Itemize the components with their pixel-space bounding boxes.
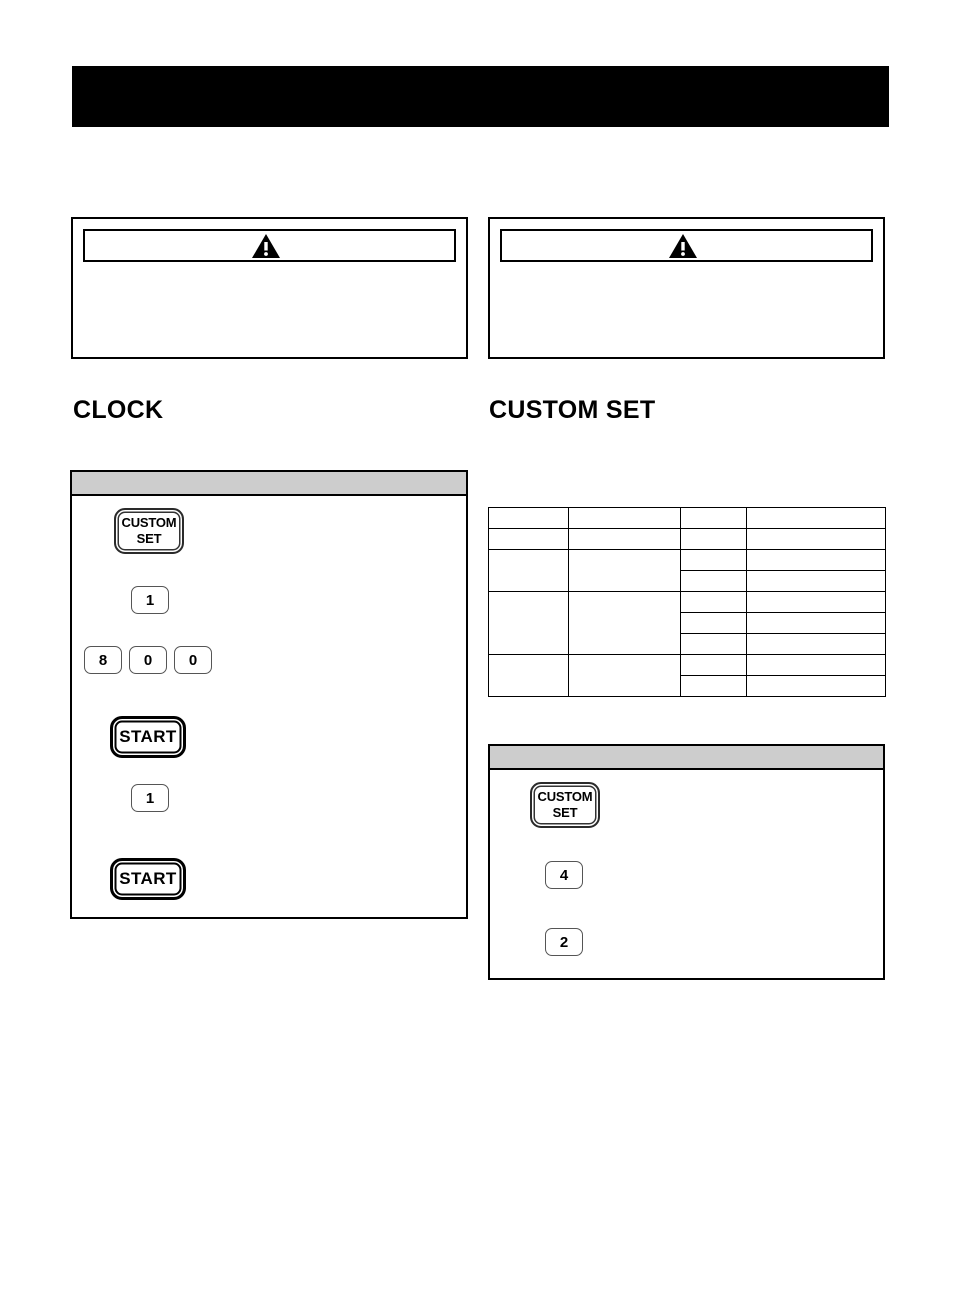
warning-body-right xyxy=(502,271,871,349)
section-heading-custom-set: CUSTOM SET xyxy=(489,396,656,424)
key-custom-set-line2: SET xyxy=(552,804,578,820)
table-col-header-2 xyxy=(568,507,681,529)
custom-set-step-3-keys: 2 xyxy=(545,928,583,956)
custom-set-step-1: CUSTOM SET xyxy=(530,782,614,828)
table-cell xyxy=(488,591,569,655)
clock-panel-header xyxy=(72,472,466,496)
custom-set-options-table xyxy=(488,507,886,697)
table-cell xyxy=(568,654,681,697)
table-cell xyxy=(746,654,886,676)
table-cell xyxy=(680,549,747,571)
table-cell xyxy=(680,612,747,634)
table-cell xyxy=(680,528,747,550)
key-digit-2[interactable]: 2 xyxy=(545,928,583,956)
custom-set-step-2-keys: 4 xyxy=(545,861,583,889)
table-cell xyxy=(746,675,886,697)
clock-step-4-keys: START xyxy=(110,716,186,758)
key-digit-0-b[interactable]: 0 xyxy=(174,646,212,674)
clock-instruction-panel: CUSTOM SET 1 8 0 0 START 1 START xyxy=(70,470,468,919)
clock-step-6: START xyxy=(110,858,200,900)
clock-step-2-keys: 1 xyxy=(131,586,169,614)
custom-set-step-1-keys: CUSTOM SET xyxy=(530,782,600,828)
table-row xyxy=(488,528,886,550)
table-cell xyxy=(680,591,747,613)
custom-set-step-3: 2 xyxy=(545,928,597,956)
table-cell xyxy=(746,528,886,550)
table-cell xyxy=(746,591,886,613)
key-digit-1[interactable]: 1 xyxy=(131,586,169,614)
key-custom-set[interactable]: CUSTOM SET xyxy=(530,782,600,828)
warning-triangle-icon xyxy=(668,233,697,258)
key-digit-4[interactable]: 4 xyxy=(545,861,583,889)
clock-step-6-keys: START xyxy=(110,858,186,900)
custom-set-instruction-panel: CUSTOM SET 4 2 xyxy=(488,744,885,980)
table-cell xyxy=(488,654,569,697)
warning-header-left xyxy=(83,229,456,262)
clock-panel-body: CUSTOM SET 1 8 0 0 START 1 START xyxy=(72,496,466,917)
key-digit-8[interactable]: 8 xyxy=(84,646,122,674)
clock-step-1: CUSTOM SET xyxy=(114,508,198,554)
table-cell xyxy=(746,549,886,571)
warning-header-right xyxy=(500,229,873,262)
table-cell xyxy=(568,591,681,655)
key-start-1[interactable]: START xyxy=(110,716,186,758)
clock-step-4: START xyxy=(110,716,200,758)
warning-triangle-icon xyxy=(251,233,280,258)
table-cell xyxy=(680,675,747,697)
clock-step-5-keys: 1 xyxy=(131,784,169,812)
key-start-2[interactable]: START xyxy=(110,858,186,900)
warning-body-left xyxy=(85,271,454,349)
custom-set-step-2: 4 xyxy=(545,861,597,889)
table-header-row xyxy=(488,507,886,529)
custom-set-panel-body: CUSTOM SET 4 2 xyxy=(490,770,883,978)
clock-step-3: 8 0 0 xyxy=(84,646,226,674)
key-digit-1-second[interactable]: 1 xyxy=(131,784,169,812)
section-heading-clock: CLOCK xyxy=(73,396,164,424)
table-cell xyxy=(568,549,681,592)
table-cell xyxy=(488,549,569,592)
table-row xyxy=(488,654,886,697)
table-cell xyxy=(488,528,569,550)
key-custom-set[interactable]: CUSTOM SET xyxy=(114,508,184,554)
table-col-header-4 xyxy=(746,507,886,529)
clock-step-5: 1 xyxy=(131,784,183,812)
warning-box-left xyxy=(71,217,468,359)
key-custom-set-line2: SET xyxy=(136,530,162,546)
custom-set-panel-header xyxy=(490,746,883,770)
table-cell xyxy=(746,612,886,634)
key-custom-set-line1: CUSTOM xyxy=(537,789,593,805)
table-cell xyxy=(568,528,681,550)
table-cell xyxy=(746,633,886,655)
table-row xyxy=(488,591,886,655)
page-header-bar xyxy=(72,66,889,127)
key-digit-0-a[interactable]: 0 xyxy=(129,646,167,674)
table-col-header-3 xyxy=(680,507,747,529)
table-row xyxy=(488,549,886,592)
table-cell xyxy=(680,654,747,676)
table-cell xyxy=(680,570,747,592)
key-custom-set-line1: CUSTOM xyxy=(121,515,177,531)
table-cell xyxy=(746,570,886,592)
table-cell xyxy=(680,633,747,655)
clock-step-2: 1 xyxy=(131,586,183,614)
clock-step-1-keys: CUSTOM SET xyxy=(114,508,184,554)
manual-page: CLOCK CUSTOM SET CUSTOM SET 1 8 0 0 STAR… xyxy=(0,0,954,1307)
table-col-header-1 xyxy=(488,507,569,529)
clock-step-3-keys: 8 0 0 xyxy=(84,646,212,674)
warning-box-right xyxy=(488,217,885,359)
